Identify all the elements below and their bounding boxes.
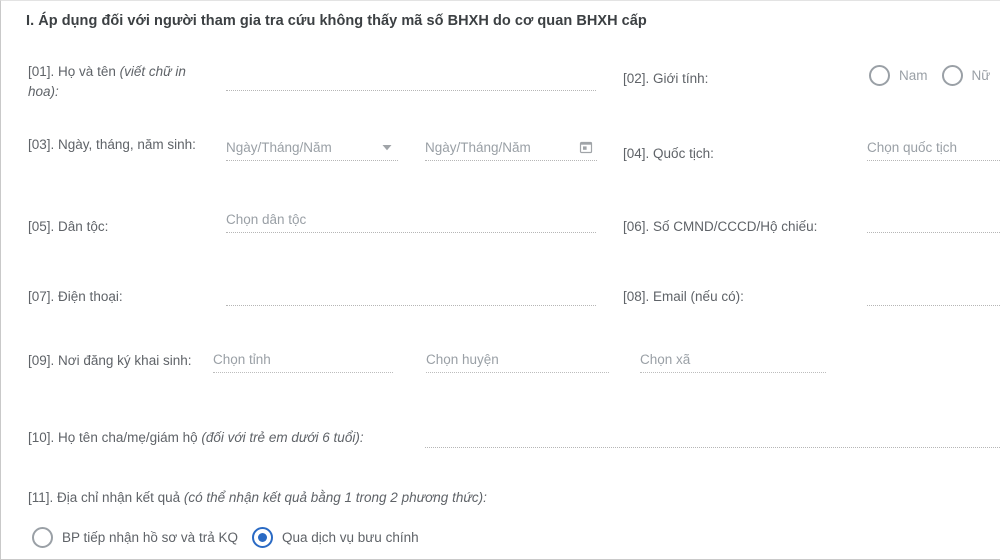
label-email: [08]. Email (nếu có): xyxy=(623,287,744,307)
label-ethnicity: [05]. Dân tộc: xyxy=(28,217,108,237)
input-phone[interactable] xyxy=(226,280,596,306)
field-text-11: Địa chỉ nhận kết quả xyxy=(57,490,181,505)
calendar-icon[interactable] xyxy=(579,140,593,154)
input-email[interactable] xyxy=(867,280,1000,306)
radio-option-postal-service[interactable]: Qua dịch vụ bưu chính xyxy=(251,527,419,548)
input-nationality[interactable]: Chọn quốc tịch xyxy=(867,135,1000,161)
radio-group-gender: Nam Nữ xyxy=(869,65,990,86)
radio-option-gender-female[interactable]: Nữ xyxy=(941,65,991,86)
field-number-08: [08]. xyxy=(623,289,650,304)
field-text-06: Số CMND/CCCD/Hộ chiếu: xyxy=(653,219,818,234)
radio-option-gender-male[interactable]: Nam xyxy=(869,65,928,86)
field-text-09: Nơi đăng ký khai sinh: xyxy=(58,353,192,368)
input-date-of-birth-picker-placeholder: Ngày/Tháng/Năm xyxy=(425,140,531,155)
input-ethnicity-placeholder: Chọn dân tộc xyxy=(226,212,307,227)
field-number-09: [09]. xyxy=(28,353,55,368)
field-number-03: [03]. xyxy=(28,137,55,152)
chevron-down-icon[interactable] xyxy=(380,140,394,154)
field-number-02: [02]. xyxy=(623,71,650,86)
field-text-05: Dân tộc: xyxy=(58,219,109,234)
radio-label-office-pickup: BP tiếp nhận hồ sơ và trả KQ xyxy=(62,530,238,545)
select-ward-placeholder: Chọn xã xyxy=(640,352,691,367)
input-full-name[interactable] xyxy=(226,65,596,91)
label-nationality: [04]. Quốc tịch: xyxy=(623,144,714,164)
radio-indicator-postal-service[interactable] xyxy=(251,527,273,548)
radio-indicator-male[interactable] xyxy=(869,65,890,86)
field-text-10: Họ tên cha/mẹ/giám hộ xyxy=(58,430,198,445)
input-date-of-birth-select[interactable]: Ngày/Tháng/Năm xyxy=(226,135,398,161)
field-number-05: [05]. xyxy=(28,219,55,234)
field-text-02: Giới tính: xyxy=(653,71,709,86)
input-date-of-birth-picker[interactable]: Ngày/Tháng/Năm xyxy=(425,135,597,161)
label-guardian-name: [10]. Họ tên cha/mẹ/giám hộ (đối với trẻ… xyxy=(28,428,364,448)
label-gender: [02]. Giới tính: xyxy=(623,69,708,89)
field-text-04: Quốc tịch: xyxy=(653,146,714,161)
input-ethnicity[interactable]: Chọn dân tộc xyxy=(226,207,596,233)
field-text-01: Họ và tên xyxy=(58,64,116,79)
input-nationality-placeholder: Chọn quốc tịch xyxy=(867,140,958,155)
radio-label-postal-service: Qua dịch vụ bưu chính xyxy=(281,530,419,545)
label-full-name: [01]. Họ và tên (viết chữ in hoa): xyxy=(28,62,208,102)
select-province-placeholder: Chọn tỉnh xyxy=(213,352,271,367)
input-date-of-birth-select-placeholder: Ngày/Tháng/Năm xyxy=(226,140,332,155)
select-district[interactable]: Chọn huyện xyxy=(426,347,609,373)
section-heading: I. Áp dụng đối với người tham gia tra cứ… xyxy=(26,13,647,29)
input-guardian-name[interactable] xyxy=(425,422,1000,448)
field-number-06: [06]. xyxy=(623,219,650,234)
radio-group-delivery-method: BP tiếp nhận hồ sơ và trả KQ Qua dịch vụ… xyxy=(32,527,419,548)
select-province[interactable]: Chọn tỉnh xyxy=(213,347,393,373)
label-date-of-birth: [03]. Ngày, tháng, năm sinh: xyxy=(28,135,198,155)
field-text-08: Email (nếu có): xyxy=(653,289,744,304)
field-note-10: (đối với trẻ em dưới 6 tuổi): xyxy=(201,430,364,445)
field-text-03: Ngày, tháng, năm sinh: xyxy=(58,137,196,152)
field-number-04: [04]. xyxy=(623,146,650,161)
field-number-11: [11]. xyxy=(28,490,54,505)
bhxh-declaration-form-section: I. Áp dụng đối với người tham gia tra cứ… xyxy=(0,0,1000,560)
radio-indicator-office-pickup[interactable] xyxy=(32,527,53,548)
radio-option-office-pickup[interactable]: BP tiếp nhận hồ sơ và trả KQ xyxy=(32,527,238,548)
label-phone: [07]. Điện thoại: xyxy=(28,287,123,307)
field-number-01: [01]. xyxy=(28,64,55,79)
field-number-10: [10]. xyxy=(28,430,55,445)
radio-indicator-female[interactable] xyxy=(941,65,963,86)
field-note-11: (có thể nhận kết quả bằng 1 trong 2 phươ… xyxy=(183,490,487,505)
radio-label-female: Nữ xyxy=(971,68,991,83)
radio-label-male: Nam xyxy=(899,68,928,83)
label-birth-registration-place: [09]. Nơi đăng ký khai sinh: xyxy=(28,351,191,371)
field-number-07: [07]. xyxy=(28,289,55,304)
select-district-placeholder: Chọn huyện xyxy=(426,352,499,367)
input-id-number[interactable] xyxy=(867,207,1000,233)
label-result-address: [11]. Địa chỉ nhận kết quả (có thể nhận … xyxy=(28,488,487,508)
field-text-07: Điện thoại: xyxy=(58,289,123,304)
label-id-number: [06]. Số CMND/CCCD/Hộ chiếu: xyxy=(623,217,817,237)
select-ward[interactable]: Chọn xã xyxy=(640,347,826,373)
